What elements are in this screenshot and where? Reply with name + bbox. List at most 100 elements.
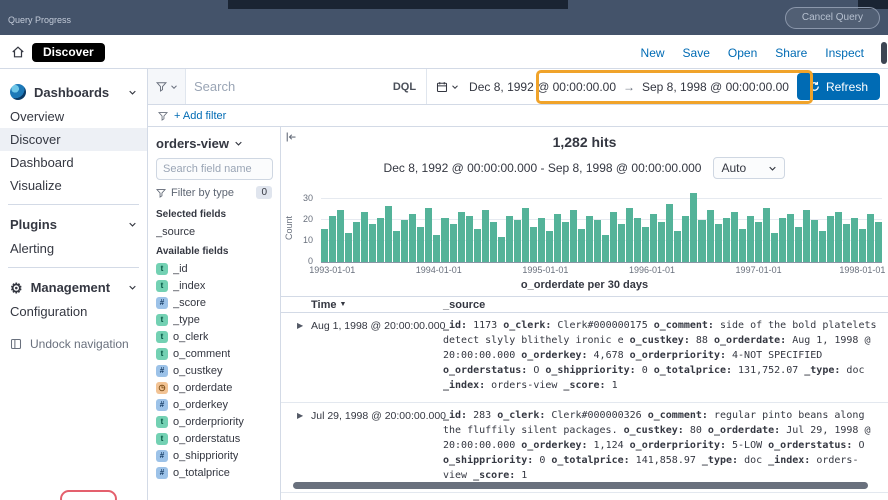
field-item-o_orderdate[interactable]: ◷ o_orderdate [148,379,280,396]
histogram-bar[interactable] [642,226,650,262]
filter-by-type-toggle[interactable]: Filter by type 0 [156,186,272,199]
histogram-bar[interactable] [714,224,722,262]
histogram-bar[interactable] [602,234,610,262]
query-language-button[interactable]: DQL [383,81,426,93]
undock-navigation-button[interactable]: Undock navigation [0,329,147,359]
histogram-bar[interactable] [537,218,545,262]
histogram-bar[interactable] [377,218,385,262]
histogram-bar[interactable] [401,220,409,262]
add-filter-button[interactable]: + Add filter [174,110,226,122]
histogram-bar[interactable] [433,234,441,262]
nav-item-overview[interactable]: Overview [0,105,147,128]
cancel-query-button[interactable]: Cancel Query [784,7,880,29]
nav-item-alerting[interactable]: Alerting [0,237,147,260]
nav-item-discover[interactable]: Discover [0,128,147,151]
histogram-bar[interactable] [441,218,449,262]
histogram-bar[interactable] [481,209,489,262]
nav-item-configuration[interactable]: Configuration [0,300,147,323]
histogram-bar[interactable] [722,218,730,262]
histogram-bar[interactable] [353,222,361,262]
histogram-bar[interactable] [658,222,666,262]
field-item-o_orderpriority[interactable]: t o_orderpriority [148,413,280,430]
histogram-bar[interactable] [385,205,393,262]
histogram-bar[interactable] [851,218,859,262]
histogram-bar[interactable] [754,222,762,262]
histogram-bar[interactable] [762,207,770,262]
field-item-_type[interactable]: t _type [148,311,280,328]
header-link-new[interactable]: New [641,46,665,60]
histogram-bar[interactable] [634,218,642,262]
time-column-header[interactable]: Time ▼ [311,299,443,311]
collapse-sidebar-icon[interactable] [285,131,297,143]
histogram-bar[interactable] [867,214,875,262]
histogram-bar[interactable] [449,224,457,262]
histogram-bar[interactable] [369,224,377,262]
date-quick-select-button[interactable] [433,81,462,93]
field-item-_index[interactable]: t _index [148,277,280,294]
histogram-bar[interactable] [578,228,586,262]
histogram-bar[interactable] [361,211,369,262]
histogram-bar[interactable] [586,216,594,262]
field-item-o_orderstatus[interactable]: t o_orderstatus [148,430,280,447]
field-item-_score[interactable]: # _score [148,294,280,311]
histogram-bar[interactable] [618,224,626,262]
histogram-bar[interactable] [786,214,794,262]
histogram-bar[interactable] [802,209,810,262]
histogram-bar[interactable] [650,214,658,262]
nav-section-management[interactable]: ⚙ Management [0,275,147,300]
histogram-bar[interactable] [393,230,401,262]
histogram-bar[interactable] [409,214,417,262]
date-range-end[interactable]: Sep 8, 1998 @ 00:00:00.00 [642,80,789,94]
histogram-bar[interactable] [690,193,698,262]
nav-section-dashboards[interactable]: Dashboards [0,79,147,105]
histogram-bar[interactable] [626,207,634,262]
histogram-bar[interactable] [682,216,690,262]
histogram-bar[interactable] [321,228,329,262]
nav-item-dashboard[interactable]: Dashboard [0,151,147,174]
histogram-bar[interactable] [810,220,818,262]
histogram-bar[interactable] [778,218,786,262]
histogram-bar[interactable] [859,228,867,262]
histogram-bar[interactable] [561,222,569,262]
histogram-bar[interactable] [698,220,706,262]
histogram-bar[interactable] [489,222,497,262]
histogram-bar[interactable] [666,203,674,262]
histogram-bar[interactable] [465,216,473,262]
header-link-open[interactable]: Open [728,46,757,60]
date-range-start[interactable]: Dec 8, 1992 @ 00:00:00.00 [469,80,616,94]
expand-caret-icon[interactable]: ▶ [297,408,311,483]
histogram-bar[interactable] [529,226,537,262]
histogram-bar[interactable] [505,216,513,262]
histogram-bar[interactable] [594,220,602,262]
histogram-bar[interactable] [473,228,481,262]
histogram-bar[interactable] [706,209,714,262]
field-item-o_totalprice[interactable]: # o_totalprice [148,464,280,481]
field-item-o_comment[interactable]: t o_comment [148,345,280,362]
histogram-bar[interactable] [674,230,682,262]
nav-item-visualize[interactable]: Visualize [0,174,147,197]
header-link-save[interactable]: Save [683,46,710,60]
refresh-button[interactable]: Refresh [796,73,880,100]
histogram-bar[interactable] [843,224,851,262]
expand-caret-icon[interactable]: ▶ [297,318,311,393]
histogram-bar[interactable] [610,211,618,262]
histogram-bar[interactable] [835,211,843,262]
histogram-bar[interactable] [818,230,826,262]
nav-section-plugins[interactable]: Plugins [0,212,147,237]
histogram-bar[interactable] [521,207,529,262]
scrollbar-thumb[interactable] [881,42,887,64]
histogram-bar[interactable] [497,236,505,262]
histogram-bar[interactable] [457,211,465,262]
home-icon[interactable] [11,45,25,59]
interval-select[interactable]: Auto [713,157,786,179]
histogram-bar[interactable] [794,226,802,262]
field-search-input[interactable] [156,158,273,180]
histogram-bar[interactable] [569,209,577,262]
field-item-o_shippriority[interactable]: # o_shippriority [148,447,280,464]
histogram-bar[interactable] [738,228,746,262]
header-link-inspect[interactable]: Inspect [825,46,864,60]
histogram-bar[interactable] [545,230,553,262]
field-item-o_clerk[interactable]: t o_clerk [148,328,280,345]
header-link-share[interactable]: Share [775,46,807,60]
search-input[interactable] [186,79,383,94]
